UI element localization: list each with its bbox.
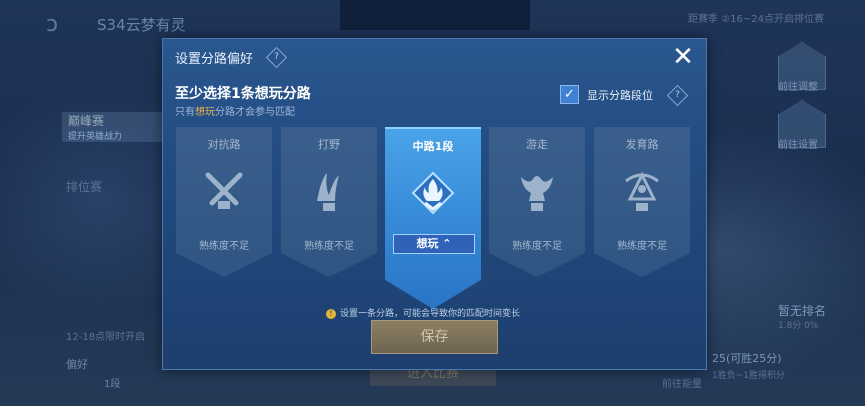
back-icon[interactable]: ↄ [46, 12, 58, 37]
show-rank-label[interactable]: 显示分路段位 [587, 87, 653, 103]
dialog-subtitle: 只有想玩分路才会参与匹配 [175, 103, 295, 118]
lane-preference-dialog: 设置分路偏好 ? ✕ 至少选择1条想玩分路 只有想玩分路才会参与匹配 ✓ 显示分… [162, 38, 707, 370]
energy-link[interactable]: 前往能量 [662, 375, 702, 390]
subtitle-suffix: 分路才会参与匹配 [215, 107, 295, 118]
lane-status: 熟练度不足 [304, 241, 354, 252]
dialog-heading: 至少选择1条想玩分路 [175, 86, 311, 102]
warning-notice: ! 设置一条分路，可能会导致你的匹配时间变长 [326, 306, 520, 319]
score-sub: 1胜负~1胜得积分 [712, 371, 785, 381]
subtitle-prefix: 只有 [175, 107, 195, 118]
want-toggle-button[interactable]: 想玩 ⌃ [393, 234, 475, 254]
help-icon[interactable]: ? [265, 46, 288, 69]
save-button[interactable]: 保存 [371, 320, 498, 354]
lane-name: 中路1段 [412, 140, 454, 153]
lane-name: 打野 [318, 138, 340, 151]
rank-status: 暂无排名 [778, 304, 827, 318]
bow-icon [625, 171, 659, 211]
tab-ranked[interactable]: 排位赛 [66, 178, 102, 195]
preference-label: 偏好 [66, 358, 88, 371]
dragon-icon [521, 176, 553, 211]
lane-card-jungle[interactable]: 打野 熟练度不足 [281, 127, 377, 277]
want-toggle-label: 想玩 [416, 237, 439, 250]
crossed-swords-icon [205, 172, 243, 209]
claw-icon [317, 173, 339, 211]
lane-name: 对抗路 [207, 138, 241, 151]
close-icon[interactable]: ✕ [668, 42, 698, 72]
lane-status: 熟练度不足 [512, 241, 562, 252]
lane-card-top[interactable]: 对抗路 熟练度不足 [176, 127, 272, 277]
subtitle-highlight: 想玩 [195, 107, 215, 118]
show-rank-help-icon[interactable]: ? [666, 84, 689, 107]
lane-card-mid[interactable]: 中路1段 想玩 ⌃ [385, 127, 481, 309]
tab-peak-match[interactable]: 巅峰赛 提升英雄战力 [62, 112, 164, 142]
lane-card-roam[interactable]: 游走 熟练度不足 [489, 127, 585, 277]
warning-icon: ! [326, 309, 336, 319]
season-title: S34云梦有灵 [97, 16, 186, 34]
time-limit-text: 12-18点限时开启 [66, 332, 146, 343]
flame-icon [411, 171, 455, 215]
lane-card-farm[interactable]: 发育路 熟练度不足 [594, 127, 690, 277]
lane-name: 游走 [526, 138, 548, 151]
tab-peak-match-label: 巅峰赛 [68, 114, 105, 128]
lane-status: 熟练度不足 [199, 241, 249, 252]
rank-sub: 1.8分 0% [778, 321, 819, 331]
settings-button-label: 前往设置 [778, 140, 818, 151]
score-text: 25(可胜25分) [712, 352, 782, 365]
tab-peak-match-sub: 提升英雄战力 [68, 132, 123, 142]
lane-status: 熟练度不足 [617, 241, 667, 252]
warning-text: 设置一条分路，可能会导致你的匹配时间变长 [340, 309, 521, 319]
background-banner [340, 0, 530, 30]
dialog-title: 设置分路偏好 [175, 52, 254, 67]
season-notice: 距赛季 ②16~24点开启排位赛 [688, 14, 824, 25]
show-rank-checkbox[interactable]: ✓ [560, 85, 579, 104]
preference-level: 1段 [104, 379, 121, 390]
adjust-button-label: 前往调整 [778, 82, 818, 93]
lane-name: 发育路 [625, 138, 659, 151]
